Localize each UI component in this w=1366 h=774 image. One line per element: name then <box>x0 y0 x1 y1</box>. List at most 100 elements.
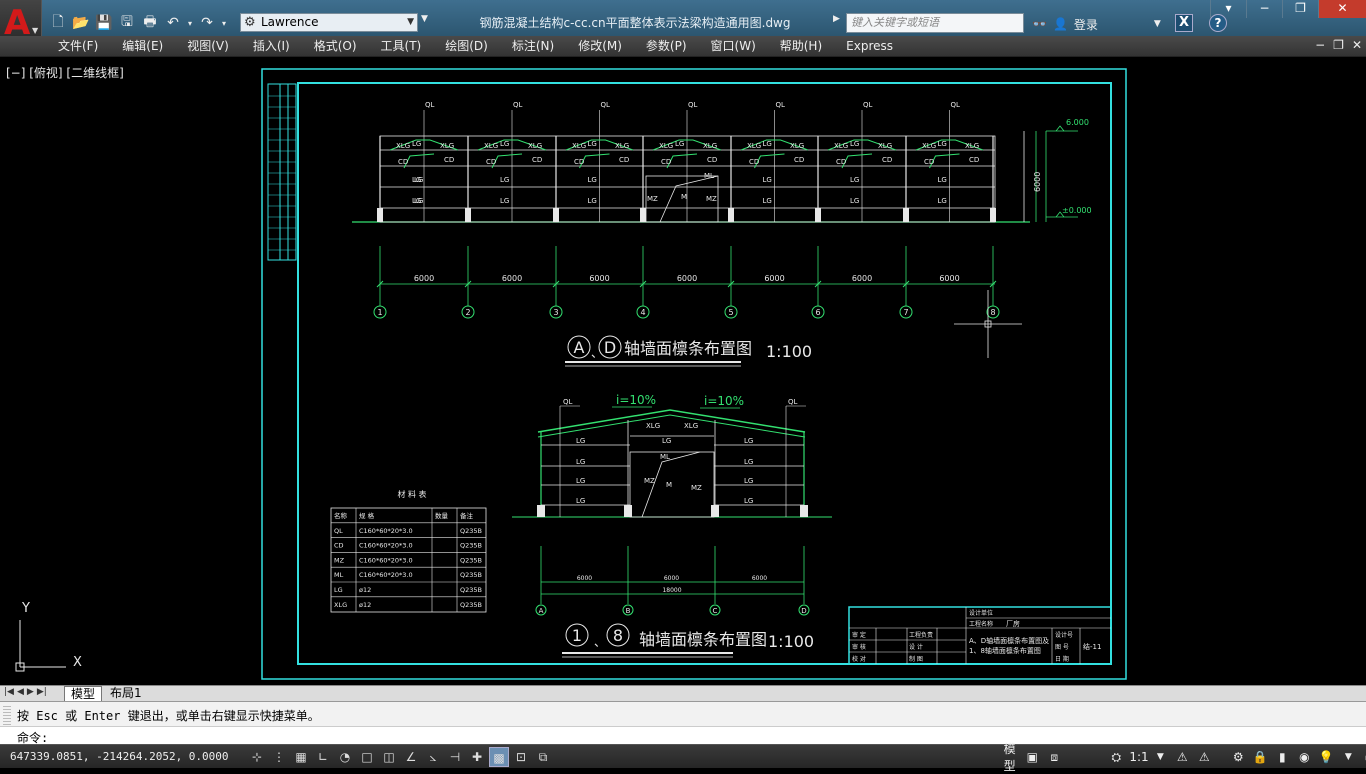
3d-osnap-icon[interactable]: ◫ <box>379 747 399 767</box>
print-icon[interactable]: 🖶 <box>140 13 160 33</box>
open-folder-icon[interactable]: 📂 <box>71 13 91 33</box>
undo-icon[interactable]: ↶ <box>163 13 183 33</box>
exchange-icon[interactable]: X <box>1175 14 1193 32</box>
maximize-button[interactable]: ❐ <box>1282 0 1318 18</box>
menu-help[interactable]: 帮助(H) <box>768 38 834 55</box>
quick-access-toolbar: 🗋 📂 💾 🖫 🖶 ↶ ▾ ↷ ▾ <box>48 12 228 34</box>
menu-file[interactable]: 文件(F) <box>46 38 110 55</box>
workspace-switch-icon[interactable]: ⚙ <box>1229 750 1247 764</box>
mt-cell-3-3: Q235B <box>460 571 482 579</box>
minimize-button[interactable]: − <box>1246 0 1282 18</box>
elevation-a-d-scale: 1:100 <box>766 342 812 361</box>
menu-insert[interactable]: 插入(I) <box>241 38 302 55</box>
label-lg-top-6: LG <box>850 140 859 148</box>
window-controls: ▾ − ❐ ✕ <box>1210 0 1366 18</box>
layout-icon[interactable]: ▣ <box>1023 750 1041 764</box>
grid-icon[interactable]: ▦ <box>291 747 311 767</box>
menu-draw[interactable]: 绘图(D) <box>433 38 500 55</box>
new-file-icon[interactable]: 🗋 <box>48 13 68 33</box>
chevron-down-icon[interactable]: ▼ <box>1154 19 1161 29</box>
workspace-select[interactable]: ⚙ Lawrence ▼ <box>240 13 418 32</box>
tab-model[interactable]: 模型 <box>64 686 103 701</box>
dim-bay-6: 6000 <box>852 274 872 283</box>
quick-view-icon[interactable]: ⧈ <box>1045 750 1063 765</box>
tab-layout1[interactable]: 布局1 <box>104 686 148 701</box>
snap-icon[interactable]: ⋮ <box>269 747 289 767</box>
menu-format[interactable]: 格式(O) <box>302 38 369 55</box>
coordinates-readout[interactable]: 647339.0851, -214264.2052, 0.0000 <box>10 750 229 763</box>
doc-close-button[interactable]: ✕ <box>1352 38 1362 52</box>
dyn-icon[interactable]: ⊣ <box>445 747 465 767</box>
close-button[interactable]: ✕ <box>1318 0 1366 18</box>
selection-cycling-icon[interactable]: ⧉ <box>533 747 553 767</box>
menu-parametric[interactable]: 参数(P) <box>634 38 699 55</box>
gable-column-base-1 <box>537 505 545 517</box>
isolate-objects-icon[interactable]: ◉ <box>1295 750 1313 764</box>
undo-dropdown-icon[interactable]: ▾ <box>186 13 194 33</box>
model-space-label[interactable]: 模型 <box>1000 740 1019 774</box>
quick-properties-icon[interactable]: ⊡ <box>511 747 531 767</box>
otrack-icon[interactable]: ∠ <box>401 747 421 767</box>
annotation-visibility-icon[interactable]: ⚠ <box>1173 750 1191 764</box>
menu-window[interactable]: 窗口(W) <box>699 38 768 55</box>
redo-icon[interactable]: ↷ <box>197 13 217 33</box>
label-lg-top-2: LG <box>500 140 509 148</box>
auto-scale-icon[interactable]: ⚠ <box>1195 750 1213 764</box>
infer-constraints-icon[interactable]: ⊹ <box>247 747 267 767</box>
redo-dropdown-icon[interactable]: ▾ <box>220 13 228 33</box>
login-area[interactable]: 👓 👤 登录 ▼ <box>1032 14 1161 34</box>
clean-screen-icon[interactable]: ▭ <box>1361 750 1366 764</box>
dim-bay-7: 6000 <box>939 274 959 283</box>
annotation-scale-value[interactable]: 1:1 <box>1129 750 1148 764</box>
save-as-icon[interactable]: 🖫 <box>117 13 137 33</box>
doc-minimize-button[interactable]: − <box>1315 38 1325 52</box>
command-input[interactable]: 命令: <box>0 726 1366 745</box>
axis-number-2: 2 <box>465 308 470 317</box>
polar-icon[interactable]: ◔ <box>335 747 355 767</box>
lineweight-icon[interactable]: ✚ <box>467 747 487 767</box>
tab-last-icon[interactable]: ▶| <box>37 687 47 697</box>
qat-customize-button[interactable]: ▼ <box>421 14 433 31</box>
tab-prev-icon[interactable]: ◀ <box>17 687 24 697</box>
drawing-canvas[interactable]: QLXLG XLGLGLGLGCD CDQLXLG XLGLGLGLGCD CDQLXL… <box>0 57 1366 685</box>
binoculars-icon[interactable]: 👓 <box>1032 17 1047 31</box>
hardware-accel-icon[interactable]: ▮ <box>1273 750 1291 764</box>
annotation-scale-icon[interactable]: ⛭ <box>1107 750 1125 765</box>
ducs-icon[interactable]: ⦣ <box>423 747 443 767</box>
ucs-x-label: X <box>73 655 82 670</box>
status-menu-icon[interactable]: ▼ <box>1339 752 1357 762</box>
column-base-5 <box>728 208 734 222</box>
menu-modify[interactable]: 修改(M) <box>566 38 634 55</box>
lightbulb-icon[interactable]: 💡 <box>1317 750 1335 764</box>
tb-project: 厂房 <box>1006 619 1020 628</box>
tab-next-icon[interactable]: ▶ <box>27 687 34 697</box>
ribbon-toggle-button[interactable]: ▾ <box>1210 0 1246 18</box>
mt-header-1: 规 格 <box>359 511 375 520</box>
gable-axis-letter-3: C <box>713 607 718 615</box>
chevron-down-icon[interactable]: ▼ <box>1151 752 1169 762</box>
lock-icon[interactable]: 🔒 <box>1251 750 1269 764</box>
gable-label-mz-left: MZ <box>644 477 655 485</box>
drawing-viewport[interactable]: [−] [俯视] [二维线框] QL XLG XLG LG LG LG CD CD QL XLG X… <box>0 57 1366 685</box>
doc-restore-button[interactable]: ❐ <box>1333 38 1344 52</box>
dim-bay-5: 6000 <box>764 274 784 283</box>
dim-bay-4: 6000 <box>677 274 697 283</box>
search-expand-icon[interactable]: ▶ <box>833 14 840 24</box>
transparency-icon[interactable]: ▩ <box>489 747 509 767</box>
menu-express[interactable]: Express <box>834 38 905 55</box>
menu-edit[interactable]: 编辑(E) <box>110 38 175 55</box>
menu-tools[interactable]: 工具(T) <box>369 38 434 55</box>
tab-first-icon[interactable]: |◀ <box>4 687 14 697</box>
label-cd-b-4: CD <box>707 156 717 164</box>
gable-label-ql-left: QL <box>563 398 573 406</box>
login-label[interactable]: 登录 <box>1074 16 1098 33</box>
menu-view[interactable]: 视图(V) <box>175 38 241 55</box>
label-cd-a-7: CD <box>924 158 934 166</box>
save-icon[interactable]: 💾 <box>94 13 114 33</box>
menu-dimension[interactable]: 标注(N) <box>500 38 566 55</box>
axis-number-6: 6 <box>815 308 820 317</box>
osnap-icon[interactable]: □ <box>357 747 377 767</box>
search-input[interactable]: 键入关键字或短语 <box>846 13 1024 33</box>
title-sep-2: 、 <box>594 635 606 649</box>
ortho-icon[interactable]: ∟ <box>313 747 333 767</box>
